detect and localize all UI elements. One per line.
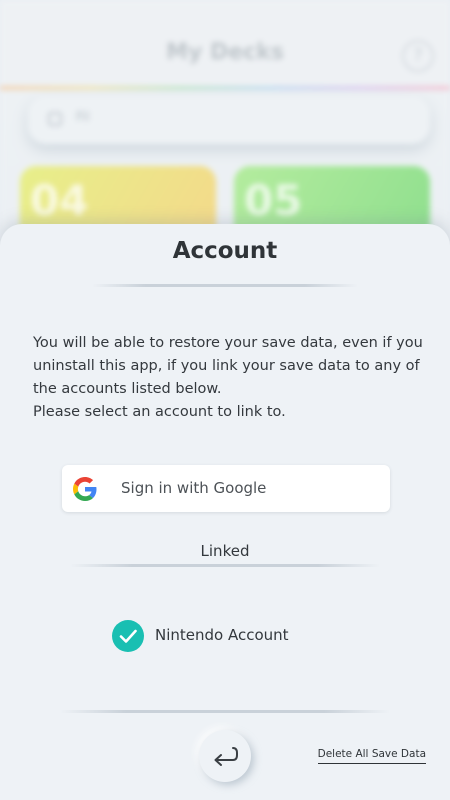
linked-heading: Linked — [200, 542, 250, 560]
rainbow-divider — [0, 86, 450, 90]
deck-number: 05 — [244, 176, 303, 225]
bottom-divider — [60, 710, 390, 713]
nintendo-account-item[interactable]: Nintendo Account — [112, 620, 342, 652]
linked-divider — [70, 564, 380, 567]
nintendo-account-label: Nintendo Account — [155, 626, 289, 644]
description-paragraph: You will be able to restore your save da… — [33, 335, 423, 397]
back-button[interactable] — [199, 730, 251, 782]
modal-title: Account — [172, 238, 278, 264]
background-title: My Decks — [166, 40, 284, 65]
background-header: My Decks ? — [0, 0, 450, 88]
description-paragraph: Please select an account to link to. — [33, 404, 286, 420]
background-search-bar: Fil — [28, 96, 430, 144]
account-modal: Account You will be able to restore your… — [0, 224, 450, 800]
background-search-placeholder: Fil — [76, 110, 90, 125]
google-button-label: Sign in with Google — [121, 479, 267, 497]
google-logo-icon — [73, 477, 97, 501]
checkmark-icon — [112, 620, 144, 652]
modal-description: You will be able to restore your save da… — [33, 332, 425, 424]
deck-number: 04 — [30, 176, 89, 225]
help-icon: ? — [402, 40, 434, 72]
title-divider — [92, 284, 358, 287]
filter-icon — [48, 112, 62, 126]
return-arrow-icon — [214, 747, 238, 766]
delete-all-save-data-link[interactable]: Delete All Save Data — [317, 748, 426, 764]
sign-in-with-google-button[interactable]: Sign in with Google — [62, 465, 390, 512]
